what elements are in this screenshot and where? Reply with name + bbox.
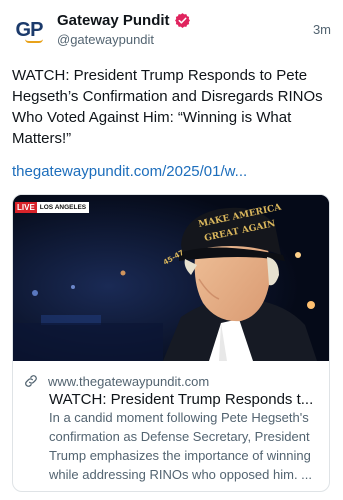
author-names: Gateway Pundit @gatewaypundit [57, 12, 191, 47]
link-preview-card[interactable]: MAKE AMERICA GREAT AGAIN 45-47 LIVE LOS … [12, 194, 330, 492]
link-icon [25, 375, 37, 387]
display-name-row: Gateway Pundit [57, 12, 191, 29]
post-link[interactable]: thegatewaypundit.com/2025/01/w... [12, 161, 247, 182]
timestamp[interactable]: 3m [313, 22, 331, 37]
display-name[interactable]: Gateway Pundit [57, 12, 170, 29]
verified-badge-icon [174, 13, 190, 28]
post-text: WATCH: President Trump Responds to Pete … [12, 67, 323, 147]
post-header: GP Gateway Pundit @gatewaypundit 3m [12, 10, 331, 54]
handle[interactable]: @gatewaypundit [57, 32, 191, 47]
live-badge: LIVE LOS ANGELES [15, 202, 90, 213]
avatar[interactable]: GP [12, 14, 46, 48]
avatar-logo-text: GP [15, 18, 44, 41]
card-description: In a candid moment following Pete Hegset… [49, 410, 313, 482]
location-label: LOS ANGELES [36, 202, 90, 213]
news-photo: MAKE AMERICA GREAT AGAIN 45-47 [13, 195, 329, 361]
live-label: LIVE [15, 202, 37, 213]
card-image[interactable]: MAKE AMERICA GREAT AGAIN 45-47 LIVE LOS … [13, 195, 329, 361]
card-domain: www.thegatewaypundit.com [48, 373, 210, 389]
avatar-swoosh [25, 39, 43, 43]
card-domain-row: www.thegatewaypundit.com [23, 373, 209, 389]
card-title[interactable]: WATCH: President Trump Responds t... [49, 391, 325, 408]
